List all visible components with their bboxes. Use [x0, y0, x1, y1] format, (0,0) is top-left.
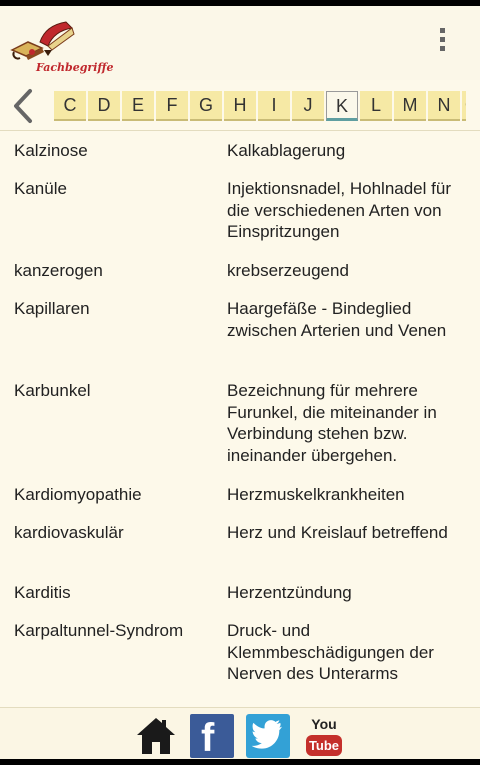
letter-tab-j[interactable]: J: [292, 91, 324, 121]
letter-tab-d[interactable]: D: [88, 91, 120, 121]
twitter-logo: [246, 714, 290, 758]
glossary-term: Karbunkel: [14, 381, 91, 400]
glossary-definition: Kalkablagerung: [227, 141, 346, 160]
letter-tab-e[interactable]: E: [122, 91, 154, 121]
glossary-definition: Herzmuskelkrankheiten: [227, 485, 405, 504]
logo-text: Fachbegriffe: [36, 61, 114, 74]
twitter-icon[interactable]: [246, 714, 290, 758]
glossary-term: Kanüle: [14, 179, 67, 198]
glossary-term: Karditis: [14, 583, 71, 602]
letter-navigation-bar: CDEFGHIJKLMNO: [0, 80, 480, 131]
glossary-term: kanzerogen: [14, 261, 103, 280]
glossary-term: kardiovaskulär: [14, 523, 124, 542]
letter-tab-g[interactable]: G: [190, 91, 222, 121]
glossary-term: Kapillaren: [14, 299, 90, 318]
app-bar: Fachbegriffe: [0, 6, 480, 80]
letter-tab-m[interactable]: M: [394, 91, 426, 121]
overflow-menu-icon[interactable]: [434, 28, 450, 62]
youtube-icon[interactable]: You Tube: [302, 714, 346, 758]
youtube-label-top: You: [311, 716, 337, 732]
letter-tab-n[interactable]: N: [428, 91, 460, 121]
letter-tabs: CDEFGHIJKLMNO: [54, 91, 466, 121]
glossary-definition: Injektionsnadel, Hohlnadel für die versc…: [227, 179, 451, 241]
letter-tab-h[interactable]: H: [224, 91, 256, 121]
glossary-definition: Bezeichnung für mehrere Furunkel, die mi…: [227, 381, 437, 465]
youtube-label-bottom: Tube: [306, 735, 342, 756]
glossary-definition: Herzentzündung: [227, 583, 352, 602]
letter-tab-o[interactable]: O: [462, 91, 466, 121]
app-logo[interactable]: Fachbegriffe: [8, 12, 114, 76]
letter-tab-i[interactable]: I: [258, 91, 290, 121]
facebook-icon[interactable]: f: [190, 714, 234, 760]
letter-tab-l[interactable]: L: [360, 91, 392, 121]
bottom-bar: f You Tube: [0, 707, 480, 760]
letter-tab-k[interactable]: K: [326, 91, 358, 121]
facebook-logo: f: [190, 714, 234, 760]
facebook-glyph: f: [201, 716, 215, 760]
logo-graphic: [10, 21, 75, 60]
glossary-definition: Herz und Kreislauf betreffend: [227, 523, 448, 542]
back-arrow-icon[interactable]: [8, 88, 38, 124]
glossary-term: Kardiomyopathie: [14, 485, 142, 504]
glossary-term: Kalzinose: [14, 141, 88, 160]
glossary-definition: Druck- und Klemmbeschädigungen der Nerve…: [227, 621, 434, 683]
youtube-logo: You Tube: [302, 714, 346, 758]
glossary-term: Karpaltunnel-Syndrom: [14, 621, 184, 640]
letter-tab-f[interactable]: F: [156, 91, 188, 121]
navigation-strip: [0, 759, 480, 765]
glossary-definition: krebserzeugend: [227, 261, 349, 280]
glossary-definition: Haargefäße - Bindeglied zwischen Arterie…: [227, 299, 447, 340]
home-icon[interactable]: [134, 714, 178, 758]
letter-tab-c[interactable]: C: [54, 91, 86, 121]
